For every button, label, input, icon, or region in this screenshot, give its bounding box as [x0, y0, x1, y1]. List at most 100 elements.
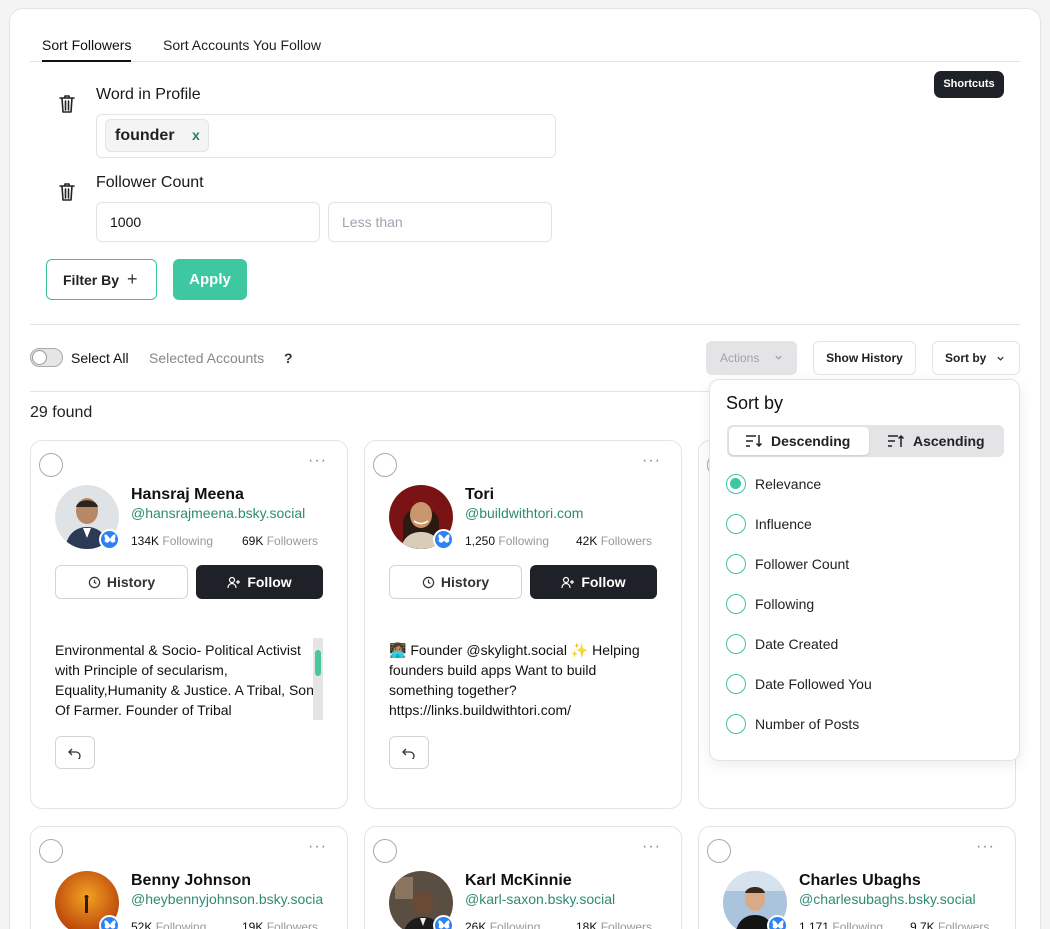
sort-by-label: Sort by — [945, 351, 987, 365]
radio-button[interactable] — [726, 634, 746, 654]
filter-by-label: Filter By — [63, 271, 120, 288]
sort-option-date-followed-you[interactable]: Date Followed You — [726, 673, 872, 695]
following-stat: 1,250 Following — [465, 534, 549, 548]
account-handle[interactable]: @charlesubaghs.bsky.social — [799, 891, 976, 907]
account-handle[interactable]: @heybennyjohnson.bsky.social — [131, 891, 323, 907]
sort-option-number-of-posts[interactable]: Number of Posts — [726, 713, 859, 735]
radio-button[interactable] — [726, 594, 746, 614]
tab-sort-followers[interactable]: Sort Followers — [42, 37, 132, 62]
followers-label: Followers — [600, 534, 653, 548]
account-card: ··· Hansraj Meena @hansrajmeena.bsky.soc… — [30, 440, 348, 809]
account-name[interactable]: Karl McKinnie — [465, 872, 572, 890]
following-stat: 26K Following — [465, 920, 540, 929]
followers-count: 9.7K — [910, 920, 935, 929]
follower-count-input[interactable]: 1000 — [96, 202, 320, 242]
remove-chip-button[interactable]: x — [192, 127, 200, 143]
more-icon[interactable]: ··· — [642, 838, 661, 856]
scroll-thumb[interactable] — [315, 650, 321, 676]
sort-option-date-created[interactable]: Date Created — [726, 633, 838, 655]
divider — [30, 391, 710, 392]
show-history-button[interactable]: Show History — [813, 341, 916, 375]
sort-option-influence[interactable]: Influence — [726, 513, 812, 535]
plus-icon: + — [127, 269, 138, 289]
radio-button[interactable] — [726, 554, 746, 574]
sort-option-label: Number of Posts — [755, 716, 860, 732]
account-name[interactable]: Benny Johnson — [131, 872, 251, 890]
following-stat: 134K Following — [131, 534, 213, 548]
account-bio: 👩🏽‍💻 Founder @skylight.social ✨ Helping … — [389, 642, 640, 718]
more-icon[interactable]: ··· — [308, 838, 327, 856]
followers-label: Followers — [938, 920, 990, 929]
sort-option-follower-count[interactable]: Follower Count — [726, 553, 849, 575]
add-user-icon — [561, 576, 575, 588]
comparison-select[interactable]: Less than — [328, 202, 552, 242]
add-user-icon — [227, 576, 241, 588]
following-count: 26K — [465, 920, 487, 929]
history-label: History — [106, 574, 156, 590]
card-select-checkbox[interactable] — [373, 839, 397, 863]
actions-button[interactable]: Actions — [706, 341, 797, 375]
word-in-profile-label: Word in Profile — [96, 86, 201, 103]
radio-button[interactable] — [726, 514, 746, 534]
card-select-checkbox[interactable] — [39, 839, 63, 863]
following-label: Following — [155, 920, 207, 929]
bluesky-icon — [433, 529, 454, 550]
trash-icon[interactable] — [57, 93, 77, 115]
followers-count: 18K — [576, 920, 598, 929]
sort-option-relevance[interactable]: Relevance — [726, 473, 821, 495]
following-count: 1,250 — [465, 534, 496, 548]
sort-by-menu: Sort by Descending Ascending Relevance I… — [709, 379, 1020, 761]
following-label: Following — [489, 920, 541, 929]
more-icon[interactable]: ··· — [642, 452, 661, 470]
more-icon[interactable]: ··· — [308, 452, 327, 470]
shortcuts-button[interactable]: Shortcuts — [934, 71, 1004, 98]
followers-count: 42K — [576, 534, 598, 548]
select-all-label: Select All — [71, 350, 129, 366]
trash-icon[interactable] — [57, 181, 77, 203]
radio-button[interactable] — [726, 714, 746, 734]
sort-by-button[interactable]: Sort by — [932, 341, 1020, 375]
descending-label: Descending — [771, 433, 851, 449]
followers-label: Followers — [600, 920, 653, 929]
account-bio: Environmental & Socio- Political Activis… — [55, 642, 314, 718]
followers-stat: 19K Followers — [242, 920, 318, 929]
following-stat: 52K Following — [131, 920, 206, 929]
ascending-label: Ascending — [913, 433, 985, 449]
account-name[interactable]: Hansraj Meena — [131, 486, 244, 504]
card-select-checkbox[interactable] — [707, 839, 731, 863]
account-handle[interactable]: @karl-saxon.bsky.social — [465, 891, 615, 907]
history-button[interactable]: History — [55, 565, 188, 599]
card-select-checkbox[interactable] — [373, 453, 397, 477]
bluesky-icon — [433, 915, 454, 929]
more-icon[interactable]: ··· — [976, 838, 995, 856]
follow-label: Follow — [581, 574, 626, 590]
follower-count-label: Follower Count — [96, 174, 204, 191]
undo-button[interactable] — [55, 736, 95, 769]
clock-icon — [88, 576, 101, 588]
divider — [30, 324, 1020, 325]
undo-button[interactable] — [389, 736, 429, 769]
history-button[interactable]: History — [389, 565, 522, 599]
follow-button[interactable]: Follow — [530, 565, 657, 599]
apply-button[interactable]: Apply — [173, 259, 247, 300]
sort-option-following[interactable]: Following — [726, 593, 814, 615]
radio-button[interactable] — [726, 674, 746, 694]
account-name[interactable]: Tori — [465, 486, 494, 504]
tab-sort-accounts-you-follow[interactable]: Sort Accounts You Follow — [163, 37, 321, 62]
filter-by-button[interactable]: Filter By + — [46, 259, 157, 300]
account-handle[interactable]: @hansrajmeena.bsky.social — [131, 505, 305, 521]
bio-scrollbar[interactable] — [313, 638, 323, 720]
follow-button[interactable]: Follow — [196, 565, 323, 599]
descending-button[interactable]: Descending — [729, 427, 869, 455]
selected-accounts-label: Selected Accounts — [149, 350, 265, 366]
account-handle[interactable]: @buildwithtori.com — [465, 505, 583, 521]
card-select-checkbox[interactable] — [39, 453, 63, 477]
followers-count: 19K — [242, 920, 264, 929]
account-name[interactable]: Charles Ubaghs — [799, 872, 921, 890]
following-stat: 1,171 Following — [799, 920, 883, 929]
help-icon[interactable]: ? — [284, 350, 293, 366]
select-all-toggle[interactable] — [30, 348, 63, 367]
ascending-button[interactable]: Ascending — [871, 427, 1002, 455]
radio-button[interactable] — [726, 474, 746, 494]
sort-option-label: Following — [755, 596, 815, 612]
